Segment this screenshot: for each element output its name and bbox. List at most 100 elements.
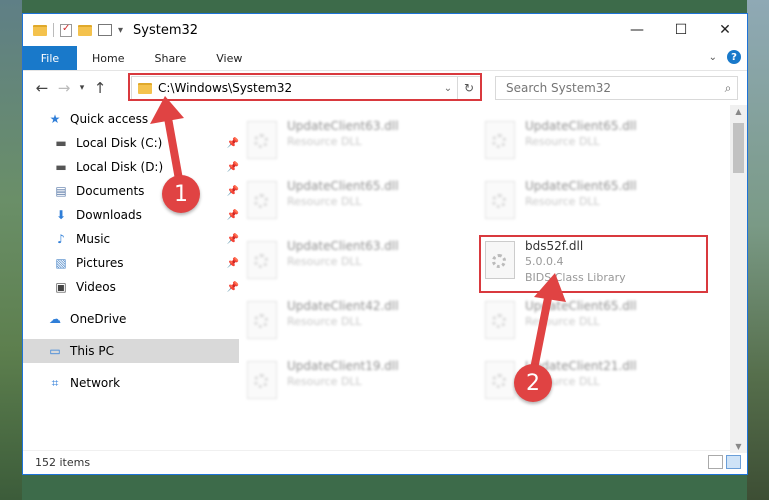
callout-badge-one: 1 bbox=[162, 175, 200, 213]
callout-badge-two: 2 bbox=[514, 364, 552, 402]
sidebar-item-label: Music bbox=[76, 232, 111, 246]
address-row: ← → ▾ ↑ C:\Windows\System32 ⌄ ↻ ⌕ bbox=[23, 71, 747, 105]
item-count: 152 items bbox=[35, 456, 91, 469]
file-item[interactable]: UpdateClient65.dll Resource DLL bbox=[481, 175, 711, 233]
window-controls: — ☐ ✕ bbox=[615, 14, 747, 46]
close-button[interactable]: ✕ bbox=[703, 14, 747, 46]
file-description: Resource DLL bbox=[525, 315, 600, 328]
file-name: UpdateClient65.dll bbox=[525, 299, 637, 313]
file-name: UpdateClient65.dll bbox=[287, 179, 399, 193]
sidebar-item-quick-access[interactable]: ★ Quick access bbox=[23, 107, 239, 131]
file-description: Resource DLL bbox=[287, 135, 362, 148]
file-description: Resource DLL bbox=[287, 195, 362, 208]
maximize-button[interactable]: ☐ bbox=[659, 14, 703, 46]
sidebar-item-videos[interactable]: ▣ Videos 📌 bbox=[23, 275, 245, 299]
navigation-pane: ★ Quick access ▬ Local Disk (C:) 📌 ▬ Loc… bbox=[23, 105, 239, 453]
sidebar-item-label: Pictures bbox=[76, 256, 124, 270]
dll-file-icon bbox=[247, 181, 277, 219]
file-name: UpdateClient65.dll bbox=[525, 179, 637, 193]
quick-access-toolbar: ▾ bbox=[53, 23, 123, 37]
explorer-window: ▾ System32 — ☐ ✕ File Home Share View ⌄ … bbox=[22, 13, 748, 475]
separator bbox=[53, 23, 54, 37]
ribbon-tabs: File Home Share View ⌄ ? bbox=[23, 46, 747, 71]
file-item[interactable]: UpdateClient65.dll Resource DLL bbox=[481, 115, 711, 173]
file-name: UpdateClient42.dll bbox=[287, 299, 399, 313]
new-folder-icon[interactable] bbox=[78, 24, 92, 36]
title-bar: ▾ System32 — ☐ ✕ bbox=[23, 14, 747, 46]
sidebar-item-documents[interactable]: ▤ Documents 📌 bbox=[23, 179, 245, 203]
tab-view[interactable]: View bbox=[201, 46, 257, 70]
minimize-button[interactable]: — bbox=[615, 14, 659, 46]
back-arrow-icon[interactable]: ← bbox=[31, 79, 53, 97]
sidebar-item-music[interactable]: ♪ Music 📌 bbox=[23, 227, 245, 251]
sidebar-item-local-disk-c[interactable]: ▬ Local Disk (C:) 📌 bbox=[23, 131, 245, 155]
details-view-icon[interactable] bbox=[708, 455, 723, 469]
sidebar-item-label: Local Disk (C:) bbox=[76, 136, 163, 150]
file-description: Resource DLL bbox=[287, 375, 362, 388]
file-name: UpdateClient19.dll bbox=[287, 359, 399, 373]
file-name: UpdateClient63.dll bbox=[287, 119, 399, 133]
sidebar-item-label: Videos bbox=[76, 280, 116, 294]
sidebar-item-label: Quick access bbox=[70, 112, 149, 126]
view-switcher bbox=[708, 455, 741, 469]
folder-icon bbox=[33, 24, 47, 36]
search-box[interactable]: ⌕ bbox=[495, 76, 738, 100]
status-bar: 152 items bbox=[23, 450, 747, 474]
file-item[interactable]: UpdateClient63.dll Resource DLL bbox=[243, 115, 473, 173]
tab-file[interactable]: File bbox=[23, 46, 77, 70]
scroll-thumb[interactable] bbox=[733, 123, 744, 173]
file-description: Resource DLL bbox=[525, 135, 600, 148]
expand-ribbon-chevron-icon[interactable]: ⌄ bbox=[709, 52, 717, 63]
dll-file-icon bbox=[485, 181, 515, 219]
sidebar-item-label: Documents bbox=[76, 184, 145, 198]
sidebar-item-pictures[interactable]: ▧ Pictures 📌 bbox=[23, 251, 245, 275]
drive-icon: ▬ bbox=[55, 136, 67, 150]
dll-file-icon bbox=[485, 301, 515, 339]
sidebar-item-downloads[interactable]: ⬇ Downloads 📌 bbox=[23, 203, 245, 227]
desktop-background-right bbox=[747, 0, 769, 500]
help-icon[interactable]: ? bbox=[727, 50, 741, 64]
star-icon: ★ bbox=[49, 112, 61, 126]
sidebar-item-onedrive[interactable]: ☁ OneDrive bbox=[23, 307, 239, 331]
sidebar-item-this-pc[interactable]: ▭ This PC bbox=[23, 339, 239, 363]
desktop-background-left bbox=[0, 0, 22, 500]
customize-toolbar-chevron-icon[interactable]: ▾ bbox=[118, 25, 123, 36]
search-input[interactable] bbox=[504, 80, 719, 96]
scroll-up-arrow-icon[interactable]: ▲ bbox=[730, 107, 747, 116]
search-icon[interactable]: ⌕ bbox=[719, 81, 737, 96]
cloud-icon: ☁ bbox=[49, 312, 61, 326]
file-description: Resource DLL bbox=[287, 315, 362, 328]
dll-file-icon bbox=[247, 241, 277, 279]
file-item[interactable]: UpdateClient42.dll Resource DLL bbox=[243, 295, 473, 353]
drive-icon: ▬ bbox=[55, 160, 67, 174]
view-options-icon[interactable] bbox=[98, 24, 112, 36]
dll-file-icon bbox=[247, 361, 277, 399]
file-item[interactable]: UpdateClient65.dll Resource DLL bbox=[481, 295, 711, 353]
dll-file-icon bbox=[247, 121, 277, 159]
file-list: UpdateClient63.dll Resource DLL UpdateCl… bbox=[215, 105, 729, 453]
sidebar-item-label: Downloads bbox=[76, 208, 142, 222]
tiles-view-icon[interactable] bbox=[726, 455, 741, 469]
pictures-icon: ▧ bbox=[55, 256, 67, 270]
sidebar-item-label: Local Disk (D:) bbox=[76, 160, 164, 174]
computer-icon: ▭ bbox=[49, 344, 61, 358]
network-icon: ⌗ bbox=[51, 375, 59, 390]
file-item[interactable]: UpdateClient19.dll Resource DLL bbox=[243, 355, 473, 413]
vertical-scrollbar[interactable]: ▲ ▼ bbox=[730, 105, 747, 453]
address-highlight-box bbox=[128, 73, 482, 101]
sidebar-item-label: This PC bbox=[70, 344, 114, 358]
sidebar-item-network[interactable]: ⌗ Network bbox=[23, 371, 239, 395]
documents-icon: ▤ bbox=[55, 184, 67, 198]
file-description: Resource DLL bbox=[525, 195, 600, 208]
sidebar-item-label: Network bbox=[70, 376, 121, 390]
file-item[interactable]: UpdateClient63.dll Resource DLL bbox=[243, 235, 473, 293]
properties-check-icon[interactable] bbox=[60, 23, 72, 37]
up-arrow-icon[interactable]: ↑ bbox=[89, 79, 111, 97]
tab-home[interactable]: Home bbox=[77, 46, 139, 70]
file-item[interactable]: UpdateClient65.dll Resource DLL bbox=[243, 175, 473, 233]
recent-locations-chevron-icon[interactable]: ▾ bbox=[75, 83, 89, 93]
sidebar-item-local-disk-d[interactable]: ▬ Local Disk (D:) 📌 bbox=[23, 155, 245, 179]
file-name: UpdateClient63.dll bbox=[287, 239, 399, 253]
forward-arrow-icon[interactable]: → bbox=[53, 79, 75, 97]
tab-share[interactable]: Share bbox=[139, 46, 201, 70]
